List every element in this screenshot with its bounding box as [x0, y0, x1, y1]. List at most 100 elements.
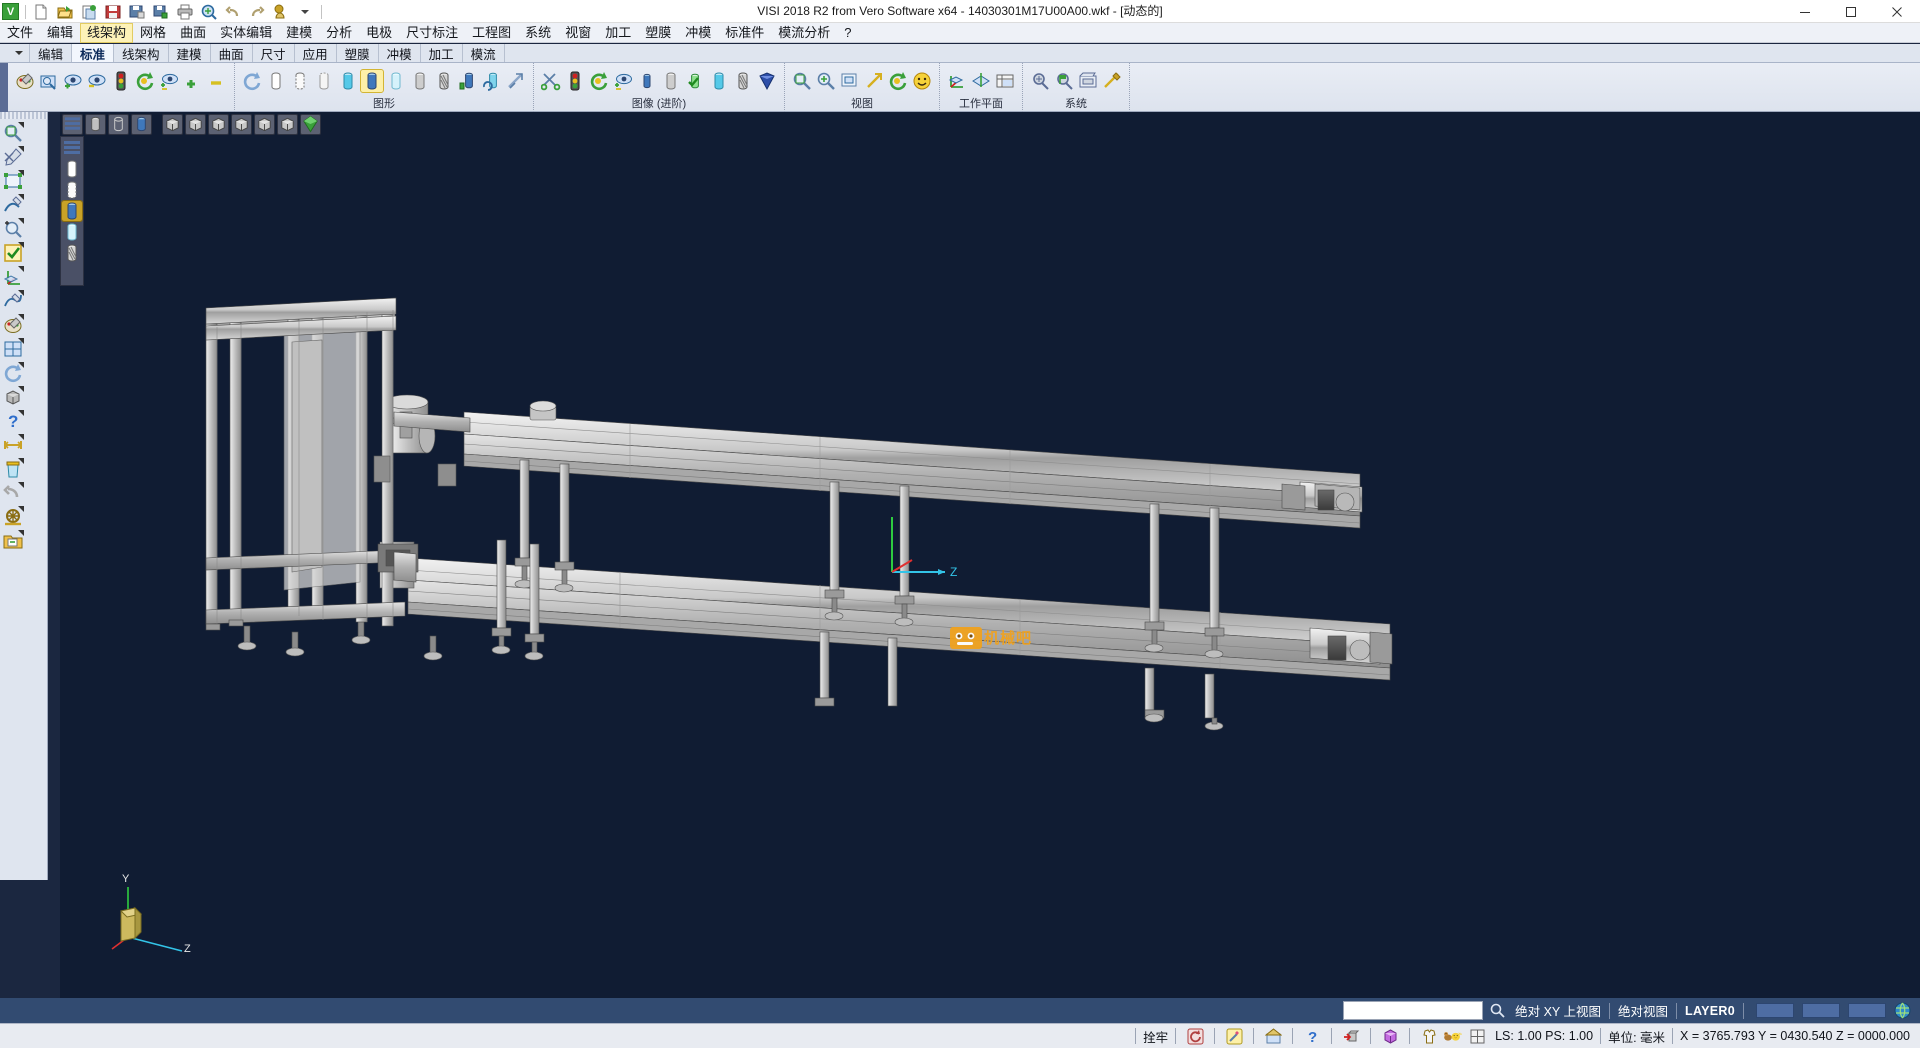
workplane-define-icon[interactable] [946, 70, 968, 92]
highlight-display-icon[interactable] [708, 70, 730, 92]
snap-cube-arrow-icon[interactable] [1341, 1026, 1361, 1046]
open-folder-icon[interactable] [2, 530, 24, 552]
color-palette-icon[interactable] [14, 70, 36, 92]
shaded-with-edges-icon[interactable] [361, 70, 383, 92]
zoom-fit-icon[interactable] [839, 70, 861, 92]
menu-item-4[interactable]: 曲面 [173, 23, 213, 43]
draw-spline-icon[interactable] [2, 290, 24, 312]
check-display-icon[interactable] [684, 70, 706, 92]
menu-item-15[interactable]: 冲模 [678, 23, 718, 43]
ribbon-tab-4[interactable]: 曲面 [211, 44, 253, 62]
transparent-icon[interactable] [385, 70, 407, 92]
dock-cyl-wire-icon[interactable] [62, 159, 82, 179]
snap-window-icon[interactable] [1467, 1026, 1487, 1046]
preferences-icon[interactable] [1101, 70, 1123, 92]
curve-edit-icon[interactable] [2, 194, 24, 216]
hidden-line-icon[interactable] [289, 70, 311, 92]
search-box[interactable] [1343, 1001, 1483, 1020]
menu-item-2[interactable]: 线架构 [80, 23, 133, 43]
unit-settings-icon[interactable] [1053, 70, 1075, 92]
surface-display-icon[interactable] [660, 70, 682, 92]
color-swatch-2[interactable] [1802, 1003, 1840, 1018]
redo-icon[interactable] [247, 2, 267, 22]
transparency-display-icon[interactable] [732, 70, 754, 92]
menu-item-16[interactable]: 标准件 [718, 23, 771, 43]
zoom-window-icon[interactable] [791, 70, 813, 92]
blank-toggle-icon[interactable] [612, 70, 634, 92]
color-swatch-1[interactable] [1756, 1003, 1794, 1018]
menu-item-9[interactable]: 尺寸标注 [399, 23, 465, 43]
3d-viewport[interactable]: Z 机械吧 Y Z [60, 112, 1920, 1008]
dock-cyl-hatch-icon[interactable] [62, 243, 82, 263]
clear-render-icon[interactable] [505, 70, 527, 92]
qat-dropdown-icon[interactable] [295, 2, 315, 22]
snap-house-icon[interactable] [1263, 1026, 1283, 1046]
ribbon-tab-7[interactable]: 塑膜 [337, 44, 379, 62]
construct-line-icon[interactable] [2, 146, 24, 168]
menu-item-14[interactable]: 塑膜 [638, 23, 678, 43]
save-as-icon[interactable] [127, 2, 147, 22]
print-icon[interactable] [175, 2, 195, 22]
add-visible-icon[interactable] [182, 70, 204, 92]
menu-item-3[interactable]: 网格 [133, 23, 173, 43]
delete-icon[interactable] [2, 458, 24, 480]
snap-refresh-icon[interactable] [1185, 1026, 1205, 1046]
zoom-plusminus-icon[interactable] [2, 218, 24, 240]
globe-icon[interactable] [1892, 1001, 1912, 1021]
snap-label[interactable]: 拴牢 [1143, 1027, 1168, 1046]
left-toolbar-grip[interactable] [0, 112, 47, 119]
workplane-align-icon[interactable] [970, 70, 992, 92]
analysis-magnifier-icon[interactable] [2, 122, 24, 144]
layer-label[interactable]: LAYER0 [1685, 1004, 1735, 1018]
undo-icon[interactable] [223, 2, 243, 22]
ribbon-tab-3[interactable]: 建模 [169, 44, 211, 62]
window-pane-icon[interactable] [2, 338, 24, 360]
menu-item-13[interactable]: 加工 [598, 23, 638, 43]
palette-icon[interactable] [2, 314, 24, 336]
status-light-icon[interactable] [564, 70, 586, 92]
shaded-icon[interactable] [337, 70, 359, 92]
ribbon-tab-10[interactable]: 模流 [463, 44, 505, 62]
shade-gem-icon[interactable] [756, 70, 778, 92]
ribbon-tab-9[interactable]: 加工 [421, 44, 463, 62]
regenerate-icon[interactable] [241, 70, 263, 92]
pan-icon[interactable] [863, 70, 885, 92]
ribbon-tab-2[interactable]: 线架构 [114, 44, 169, 62]
menu-item-18[interactable]: ? [837, 23, 858, 43]
verify-check-icon[interactable] [2, 242, 24, 264]
workplane-manager-icon[interactable] [994, 70, 1016, 92]
flat-shaded-icon[interactable] [409, 70, 431, 92]
search-input[interactable] [1347, 1003, 1479, 1019]
open-recent-icon[interactable] [79, 2, 99, 22]
refresh-icon[interactable] [2, 362, 24, 384]
toggle-visibility-icon[interactable] [158, 70, 180, 92]
section-icon[interactable] [433, 70, 455, 92]
menu-item-10[interactable]: 工程图 [465, 23, 518, 43]
render-quality-icon[interactable] [457, 70, 479, 92]
snap-magic-icon[interactable] [1224, 1026, 1244, 1046]
bounding-box-icon[interactable] [2, 170, 24, 192]
hide-entities-icon[interactable] [86, 70, 108, 92]
help-icon[interactable]: ? [2, 410, 24, 432]
ribbon-tab-5[interactable]: 尺寸 [253, 44, 295, 62]
menu-item-7[interactable]: 分析 [319, 23, 359, 43]
rotate-view-icon[interactable] [887, 70, 909, 92]
measure-distance-icon[interactable] [2, 434, 24, 456]
dynamic-render-icon[interactable] [481, 70, 503, 92]
open-file-icon[interactable] [55, 2, 75, 22]
settings-wheel-icon[interactable] [2, 506, 24, 528]
hidden-line-dashed-icon[interactable] [313, 70, 335, 92]
save-all-icon[interactable] [151, 2, 171, 22]
remove-visible-icon[interactable] [206, 70, 228, 92]
app-logo-icon[interactable]: V [2, 3, 19, 20]
system-config-icon[interactable] [1029, 70, 1051, 92]
refresh-advanced-icon[interactable] [588, 70, 610, 92]
new-file-icon[interactable] [31, 2, 51, 22]
wireframe-icon[interactable] [265, 70, 287, 92]
refresh-view-icon[interactable] [134, 70, 156, 92]
menu-item-8[interactable]: 电极 [359, 23, 399, 43]
menu-item-11[interactable]: 系统 [518, 23, 558, 43]
macro-icon[interactable] [271, 2, 291, 22]
menu-item-17[interactable]: 模流分析 [771, 23, 837, 43]
ribbon-tab-8[interactable]: 冲模 [379, 44, 421, 62]
